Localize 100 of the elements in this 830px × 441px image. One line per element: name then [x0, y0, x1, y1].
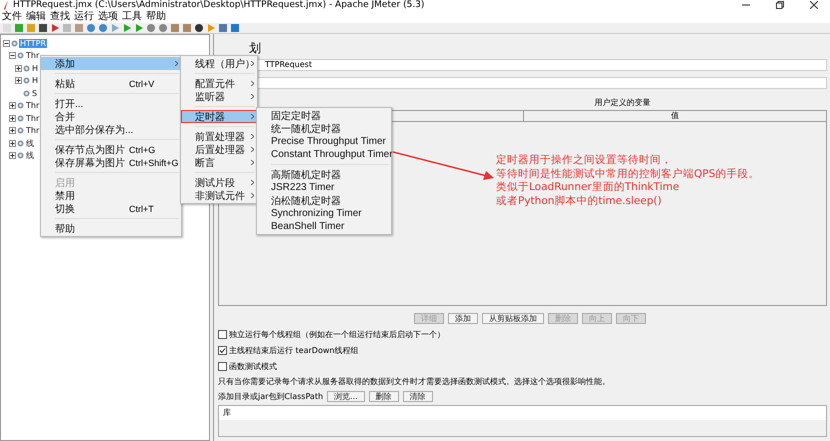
menu-item[interactable]: 统一随机定时器 — [257, 122, 391, 135]
classpath-button[interactable]: 清除 — [402, 391, 433, 402]
expand-icon[interactable] — [9, 127, 16, 134]
menu-item[interactable]: 禁用 — [41, 189, 181, 202]
collapse-icon[interactable] — [3, 40, 10, 47]
tree-item[interactable]: 线 — [25, 150, 35, 162]
menu-item[interactable]: 断言 — [181, 156, 257, 169]
checkbox-label: 独立运行每个线程组（例如在一个组运行结束后启动下一个） — [229, 329, 445, 340]
menu-item-label: 启用 — [55, 176, 76, 190]
close-icon[interactable] — [810, 1, 818, 9]
feather-icon — [4, 0, 9, 10]
tree-item[interactable]: 线 — [25, 138, 35, 149]
menu-bar-item[interactable]: 文件 — [1, 10, 23, 23]
menu-item-label: 添加 — [55, 58, 76, 70]
menu-item[interactable]: 泊松随机定时器 — [257, 194, 391, 207]
menu-bar-item[interactable]: 编辑 — [25, 10, 47, 23]
menu-item[interactable]: 切换 Ctrl+T — [41, 202, 181, 215]
shortcut-text: Ctrl+Shift+G — [129, 158, 179, 168]
menu-item[interactable]: 帮助 — [41, 222, 181, 235]
expand-icon[interactable] — [15, 77, 22, 84]
restore-icon[interactable] — [776, 1, 784, 9]
menu-item-label: 粘贴 — [55, 78, 76, 90]
menu-item[interactable]: 固定定时器 — [257, 109, 391, 122]
menu-bar-item[interactable]: 运行 — [73, 10, 95, 23]
tree-item[interactable]: Thr — [25, 126, 40, 136]
menu-item-label: 配置元件 — [195, 78, 236, 90]
menu-item-label: 帮助 — [55, 222, 76, 236]
menu-item[interactable]: 后置处理器 — [181, 143, 257, 156]
annotation-text: 定时器用于操作之间设置等待时间， — [496, 154, 673, 168]
menu-item[interactable]: 合并 — [41, 110, 181, 123]
menu-item[interactable]: Synchronizing Timer — [257, 207, 391, 220]
classpath-label: 添加目录或jar包到ClassPath — [218, 391, 324, 402]
menu-item[interactable]: BeanShell Timer — [257, 220, 391, 233]
menu-item-label: 前置处理器 — [195, 130, 246, 144]
menu-item-label: 合并 — [55, 110, 76, 124]
menu-item-label: 后置处理器 — [195, 144, 246, 156]
panel-heading: 划 — [249, 40, 262, 56]
menu-item[interactable]: 定时器 — [181, 110, 257, 123]
menu-item[interactable]: 高斯随机定时器 — [257, 168, 391, 181]
menu-item-label: Precise Throughput Timer — [271, 136, 386, 147]
menu-item-label: 高斯随机定时器 — [271, 168, 342, 182]
expand-icon[interactable] — [9, 114, 16, 122]
menu-bar-item[interactable]: 选项 — [97, 10, 119, 23]
menu-item-label: 固定定时器 — [271, 110, 322, 122]
tree-item[interactable]: S — [31, 88, 38, 98]
checkbox[interactable] — [218, 362, 227, 371]
menu-item[interactable]: 保存屏幕为图片 Ctrl+Shift+G — [41, 156, 181, 169]
expand-icon[interactable] — [9, 152, 16, 160]
menu-item-label: 切换 — [55, 202, 76, 216]
table-button[interactable]: 从剪贴板添加 — [482, 313, 544, 324]
menu-item[interactable]: 测试片段 — [181, 176, 257, 189]
tree-item[interactable]: H — [31, 76, 40, 86]
menu-bar-item[interactable]: 工具 — [121, 10, 143, 23]
checkbox[interactable] — [218, 330, 227, 339]
column-header: 值 — [522, 111, 826, 121]
table-button[interactable]: 添加 — [448, 313, 478, 324]
annotation-text: 等待时间是性能测试中常用的控制客户端QPS的手段。 — [496, 168, 760, 181]
menu-item-label: JSR223 Timer — [271, 182, 336, 193]
note-text: 只有当你需要记录每个请求从服务器取得的数据到文件时才需要选择函数测试模式。选择这个选项很影响性能。 — [218, 376, 611, 387]
tree-item[interactable]: Thr — [25, 114, 40, 123]
expand-icon[interactable] — [9, 140, 16, 147]
classpath-button[interactable]: 浏览... — [327, 391, 365, 402]
menu-item[interactable]: 打开... — [41, 97, 181, 110]
tree-item[interactable]: H — [31, 64, 40, 73]
menu-item[interactable]: JSR223 Timer — [257, 181, 391, 194]
menu-bar-item[interactable]: 帮助 — [145, 10, 167, 23]
classpath-button[interactable]: 删除 — [368, 391, 399, 402]
menu-item[interactable]: 保存节点为图片 Ctrl+G — [41, 143, 181, 156]
tree-item[interactable]: Thr — [25, 51, 40, 60]
menu-item[interactable]: Constant Throughput Timer — [257, 148, 391, 161]
menu-item-label: 保存节点为图片 — [55, 144, 126, 156]
menu-item[interactable]: 前置处理器 — [181, 130, 257, 143]
menu-bar-item[interactable]: 查找 — [49, 10, 71, 23]
menu-item[interactable]: 配置元件 — [181, 77, 257, 90]
menu-item-label: 选中部分保存为... — [55, 124, 134, 136]
menu-item-label: 断言 — [195, 156, 216, 170]
menu-item-label: 泊松随机定时器 — [271, 194, 342, 208]
menu-item-label: 监听器 — [195, 90, 226, 104]
menu-item[interactable]: 非测试元件 — [181, 189, 257, 202]
list-header: 库 — [219, 406, 826, 420]
expand-icon[interactable] — [9, 102, 16, 110]
menu-item[interactable]: Precise Throughput Timer — [257, 135, 391, 148]
checkbox-label: 函数测试模式 — [229, 361, 277, 372]
menu-item[interactable]: 监听器 — [181, 90, 257, 103]
expand-icon[interactable] — [15, 64, 22, 72]
menu-item-label: 保存屏幕为图片 — [55, 156, 126, 170]
menu-item-label: 测试片段 — [195, 176, 236, 190]
annotation-text: 或者Python脚本中的time.sleep() — [496, 194, 663, 208]
collapse-icon[interactable] — [9, 52, 16, 60]
shortcut-text: Ctrl+T — [129, 204, 154, 214]
checkbox[interactable] — [218, 346, 227, 355]
menu-item[interactable]: 选中部分保存为... — [41, 123, 181, 136]
tree-item[interactable]: Thr — [25, 101, 40, 110]
checkbox-label: 主线程结束后运行 tearDown线程组 — [229, 345, 358, 356]
menu-item-label: 统一随机定时器 — [271, 122, 342, 136]
menu-item-label: 非测试元件 — [195, 190, 246, 202]
menu-item[interactable]: 粘贴 Ctrl+V — [41, 77, 181, 90]
menu-item-label: BeanShell Timer — [271, 221, 345, 232]
menu-item[interactable]: 添加 — [41, 57, 181, 70]
annotation-text: 类似于LoadRunner里面的ThinkTime — [496, 181, 680, 194]
